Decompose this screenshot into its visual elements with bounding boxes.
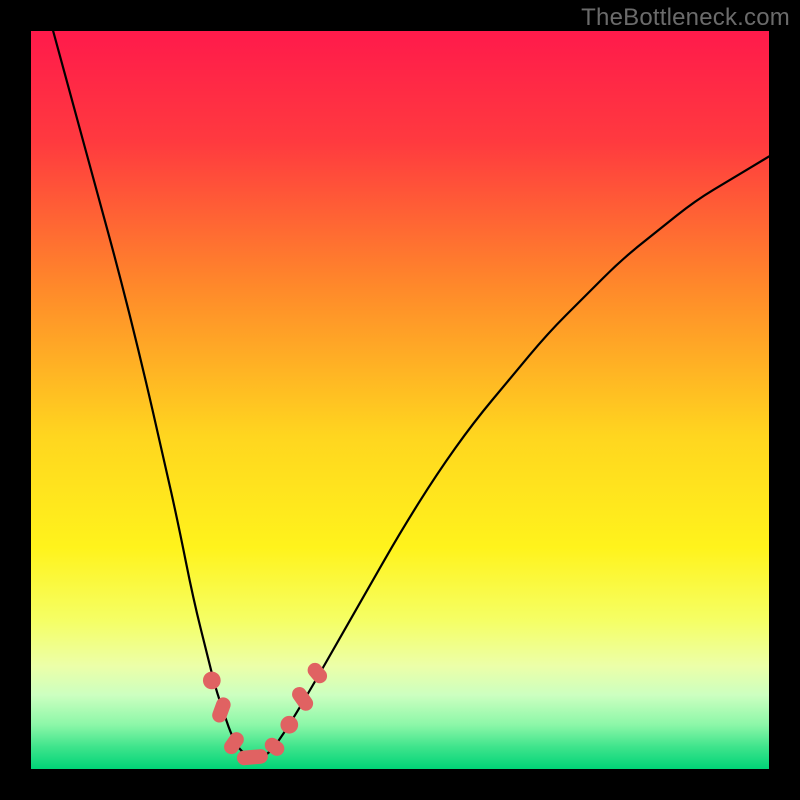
plot-area bbox=[31, 31, 769, 769]
watermark-text: TheBottleneck.com bbox=[581, 4, 790, 32]
chart-frame: TheBottleneck.com bbox=[0, 0, 800, 800]
data-marker bbox=[203, 672, 221, 690]
gradient-background bbox=[31, 31, 769, 769]
data-marker bbox=[280, 716, 298, 734]
chart-svg bbox=[31, 31, 769, 769]
